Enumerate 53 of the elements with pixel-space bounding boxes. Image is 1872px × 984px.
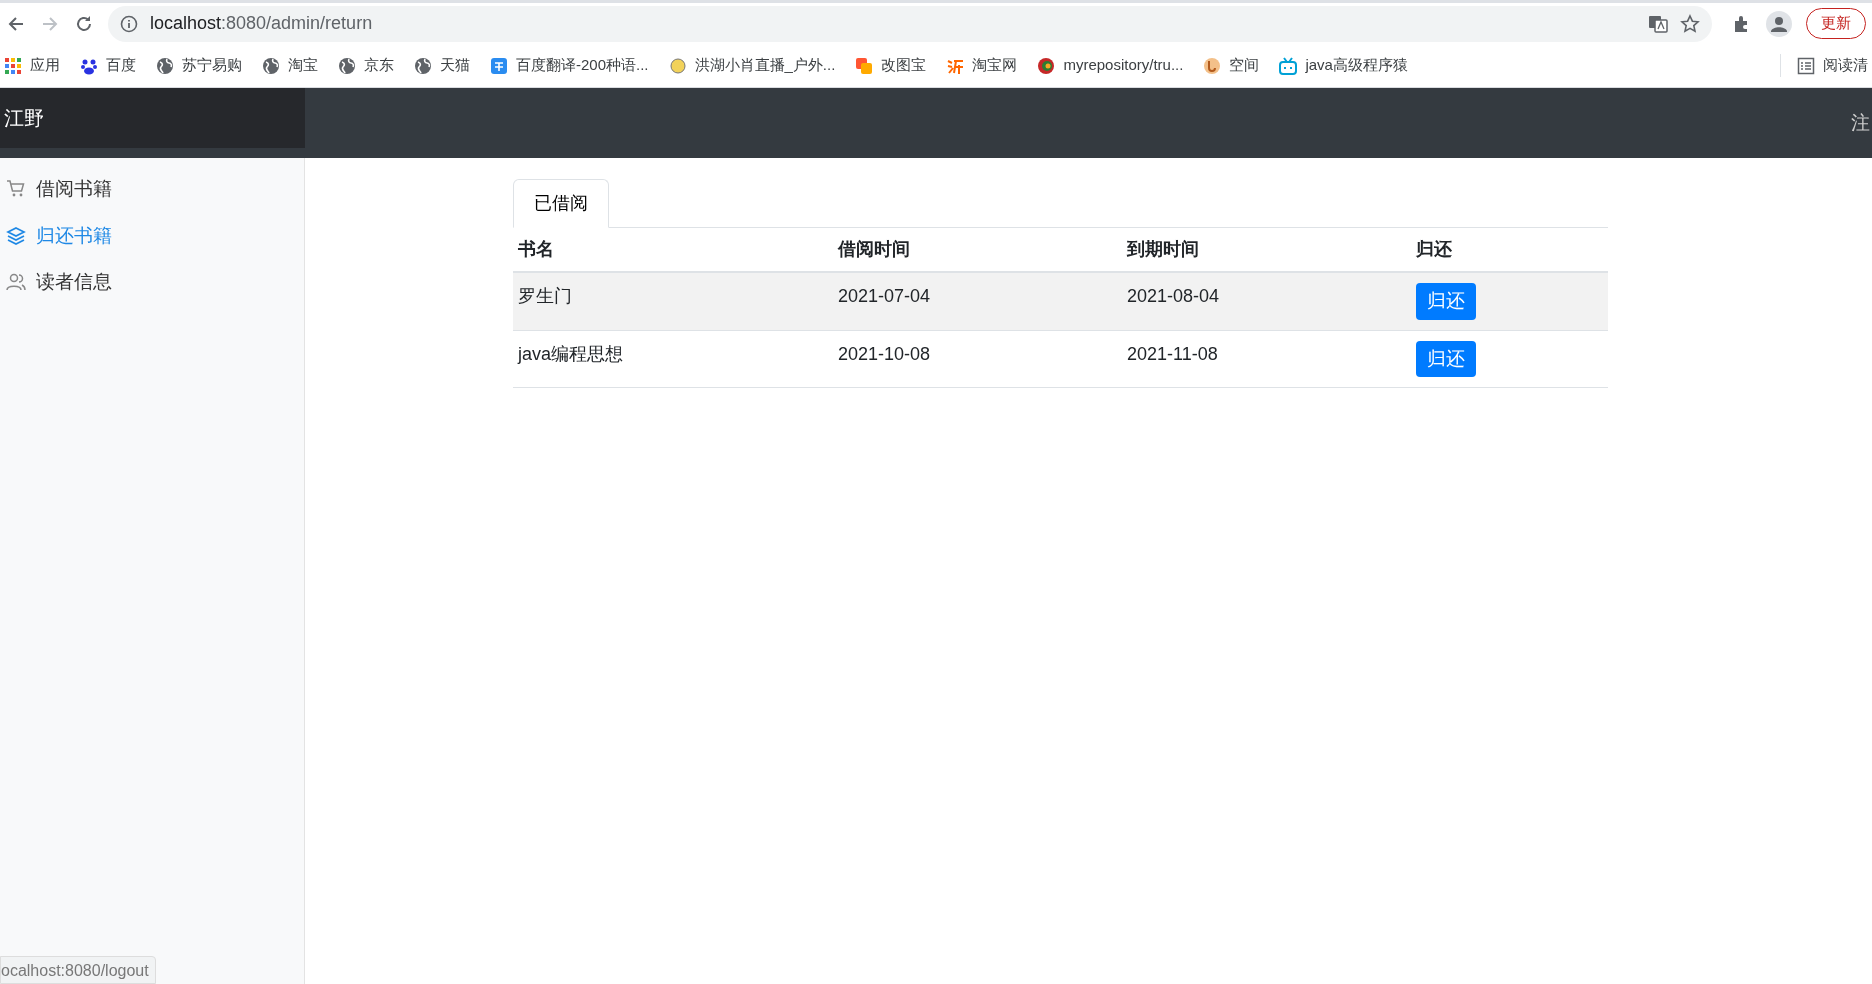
bookmark[interactable]: 改图宝 bbox=[855, 54, 927, 77]
address-bar[interactable]: localhost:8080/admin/return bbox=[108, 5, 1712, 42]
star-icon[interactable] bbox=[1680, 13, 1700, 34]
globe-icon bbox=[414, 56, 432, 75]
tv-icon bbox=[1279, 56, 1298, 75]
info-icon bbox=[120, 14, 138, 33]
reading-list-button[interactable]: 阅读清 bbox=[1780, 54, 1868, 77]
sidebar-item[interactable]: 归还书籍 bbox=[0, 212, 304, 259]
brand-link[interactable]: 江野 bbox=[4, 103, 44, 133]
status-bar: ocalhost:8080/logout bbox=[0, 956, 156, 984]
table-cell: 罗生门 bbox=[513, 272, 833, 331]
bookmark[interactable]: 百度翻译-200种语... bbox=[490, 54, 649, 77]
globe-icon bbox=[262, 56, 280, 75]
table-cell: java编程思想 bbox=[513, 330, 833, 388]
bookmark[interactable]: 洪湖小肖直播_户外... bbox=[668, 54, 836, 77]
translate-icon[interactable] bbox=[1648, 13, 1668, 34]
sidebar-item[interactable]: 借阅书籍 bbox=[0, 166, 304, 213]
column-header: 归还 bbox=[1411, 228, 1608, 272]
bookmark[interactable]: 百度 bbox=[80, 54, 136, 77]
table-cell: 2021-11-08 bbox=[1122, 330, 1411, 388]
users-icon bbox=[6, 272, 26, 293]
profile-icon[interactable] bbox=[1766, 10, 1792, 37]
circle-icon bbox=[1203, 56, 1222, 75]
navbar-link[interactable]: 注 bbox=[1851, 108, 1870, 138]
tab[interactable]: 已借阅 bbox=[513, 179, 609, 228]
square-icon bbox=[490, 56, 508, 75]
return-button[interactable]: 归还 bbox=[1416, 283, 1476, 320]
table-cell: 2021-08-04 bbox=[1122, 272, 1411, 331]
column-header: 到期时间 bbox=[1122, 228, 1411, 272]
circle-icon bbox=[1037, 56, 1056, 75]
bookmark[interactable]: 应用 bbox=[4, 54, 60, 77]
return-button[interactable]: 归还 bbox=[1416, 340, 1476, 378]
bookmark[interactable]: 淘宝网 bbox=[946, 54, 1018, 77]
table-cell: 2021-10-08 bbox=[833, 330, 1122, 388]
bookmark[interactable]: 空间 bbox=[1203, 54, 1260, 77]
column-header: 借阅时间 bbox=[833, 228, 1122, 272]
globe-icon bbox=[338, 56, 356, 75]
column-header: 书名 bbox=[513, 228, 833, 272]
url-text[interactable]: localhost:8080/admin/return bbox=[150, 10, 373, 37]
bookmark[interactable]: 京东 bbox=[338, 54, 394, 77]
sidebar-item[interactable]: 读者信息 bbox=[0, 259, 304, 306]
globe-icon bbox=[156, 56, 174, 75]
table-cell: 2021-07-04 bbox=[833, 272, 1122, 331]
bookmark[interactable]: java高级程序猿 bbox=[1279, 54, 1408, 77]
squares-icon bbox=[855, 56, 874, 75]
layers-icon bbox=[6, 225, 26, 246]
bookmark[interactable]: myrepository/tru... bbox=[1037, 54, 1184, 77]
bookmark[interactable]: 苏宁易购 bbox=[156, 54, 242, 77]
bookmark[interactable]: 天猫 bbox=[414, 54, 470, 77]
list-icon bbox=[1797, 56, 1815, 75]
update-button[interactable]: 更新 bbox=[1806, 8, 1866, 39]
apps-grid-icon bbox=[4, 56, 22, 75]
bookmark[interactable]: 淘宝 bbox=[262, 54, 318, 77]
